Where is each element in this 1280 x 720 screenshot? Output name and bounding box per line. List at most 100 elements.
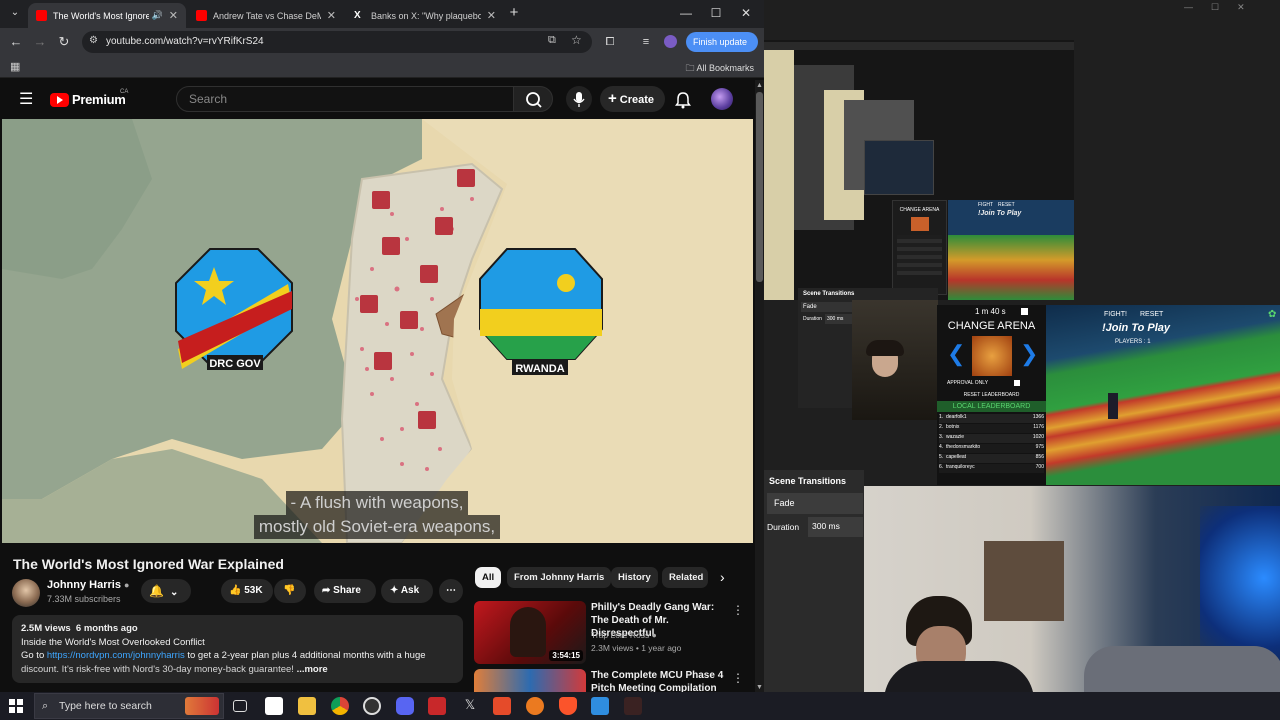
app-icon-red[interactable] (428, 697, 446, 715)
brave-icon[interactable] (559, 697, 577, 715)
vscode-icon[interactable] (591, 697, 609, 715)
chip-from-johnny-harris[interactable]: From Johnny Harris (507, 567, 612, 588)
close-tab-icon[interactable]: ✕ (327, 9, 336, 22)
search-highlight-icon (185, 697, 219, 715)
site-info-icon[interactable]: ⚙ (89, 35, 98, 46)
region-code: CA (120, 89, 129, 95)
chip-related[interactable]: Related (662, 567, 708, 588)
leaderboard-row: 6. tranquiloreyc 700 (939, 464, 1044, 473)
reset-button[interactable]: RESET (1140, 311, 1163, 318)
extensions-icon[interactable]: ⧠ (601, 33, 619, 51)
tab-search-icon[interactable]: ⌄ (6, 4, 24, 22)
dislike-button[interactable]: 👎 (274, 579, 306, 603)
approval-only-label: APPROVAL ONLY (947, 380, 989, 386)
speaker-icon[interactable]: 🔊 (152, 10, 163, 21)
app-icon-dark[interactable] (624, 697, 642, 715)
voice-search-button[interactable] (566, 86, 592, 112)
create-button[interactable]: + Create (600, 86, 665, 112)
back-icon[interactable]: ← (7, 33, 25, 51)
scrollbar-thumb[interactable] (756, 92, 763, 282)
close-tab-icon[interactable]: ✕ (169, 9, 178, 22)
chip-all[interactable]: All (475, 567, 502, 588)
like-button[interactable]: 👍 53K (221, 579, 273, 603)
drc-label: DRC GOV (209, 358, 261, 370)
search-input[interactable]: Search (176, 86, 514, 112)
settings-gear-icon[interactable]: ✿ (1268, 309, 1276, 320)
obs-icon[interactable] (363, 697, 381, 715)
chip-history[interactable]: History (611, 567, 658, 588)
apps-grid-icon[interactable]: ▦ (10, 60, 20, 73)
video-thumbnail[interactable] (474, 669, 586, 692)
youtube-logo[interactable]: Premium (50, 92, 126, 107)
recommended-video[interactable]: The Complete MCU Phase 4 Pitch Meeting C… (474, 669, 754, 692)
tab-banks-x[interactable]: X Banks on X: "Why plaqueboym ✕ (346, 3, 504, 28)
transition-select[interactable]: Fade (767, 493, 863, 514)
rec-title[interactable]: The Complete MCU Phase 4 Pitch Meeting C… (591, 669, 726, 692)
task-view-icon[interactable] (233, 700, 247, 712)
bookmark-star-icon[interactable]: ☆ (571, 33, 582, 47)
page-scrollbar[interactable]: ▲ ▼ (755, 80, 764, 692)
close-tab-icon[interactable]: ✕ (487, 9, 496, 22)
forward-icon[interactable]: → (31, 33, 49, 51)
install-icon[interactable]: ⧉ (548, 34, 556, 47)
app-icon-1[interactable] (265, 697, 283, 715)
file-explorer-icon[interactable] (298, 697, 316, 715)
minimize-button[interactable]: — (676, 4, 696, 22)
bookmarks-bar: ▦ 🗀 All Bookmarks (0, 56, 764, 78)
profile-icon[interactable] (661, 33, 679, 51)
ask-button[interactable]: ✦ Ask (381, 579, 433, 603)
checkbox[interactable] (1021, 308, 1028, 315)
media-control-icon[interactable]: ≡ (637, 33, 655, 51)
maximize-button[interactable]: ☐ (706, 4, 726, 22)
chevron-right-icon[interactable]: › (720, 569, 725, 585)
more-vert-icon[interactable]: ⋮ (732, 671, 744, 685)
reset-leaderboard-button[interactable]: RESET LEADERBOARD (937, 392, 1046, 398)
address-bar[interactable]: ⚙ youtube.com/watch?v=rvYRifKrS24 ⧉ ☆ (82, 31, 592, 53)
sponsor-link[interactable]: https://nordvpn.com/johnnyharris (47, 650, 185, 661)
video-thumbnail[interactable]: 3:54:15 (474, 601, 586, 664)
tab-youtube[interactable]: The World's Most Ignored W 🔊 ✕ (28, 3, 186, 28)
blender-icon[interactable] (526, 697, 544, 715)
capture-strip (864, 140, 934, 195)
duration-field[interactable]: 300 ms (808, 517, 863, 537)
channel-name[interactable]: Johnny Harris ● (47, 579, 129, 591)
tab-andrew-tate[interactable]: Andrew Tate vs Chase DeMoor ✕ (188, 3, 344, 28)
rec-channel[interactable]: Trap Lore Ross ● (591, 630, 657, 640)
windows-start-icon[interactable] (9, 699, 23, 713)
reload-icon[interactable]: ↻ (55, 33, 73, 51)
channel-avatar[interactable] (12, 579, 40, 607)
search-button[interactable] (513, 86, 553, 112)
desc-go-to: Go to (21, 650, 47, 661)
share-button[interactable]: ➦ Share (314, 579, 376, 603)
close-window-button[interactable]: ✕ (736, 4, 756, 22)
menu-icon[interactable]: ☰ (19, 89, 33, 109)
approval-checkbox[interactable] (1014, 380, 1020, 386)
arena-prev-icon[interactable]: ❮ (947, 341, 965, 367)
subscribe-bell-button[interactable]: 🔔 ⌄ (141, 579, 191, 603)
fight-button[interactable]: FIGHT! (1104, 311, 1127, 318)
taskbar-search-input[interactable]: ⌕ Type here to search (34, 693, 224, 719)
recommended-video[interactable]: 3:54:15 Philly's Deadly Gang War: The De… (474, 601, 754, 665)
scrollbar-down-icon[interactable]: ▼ (756, 684, 763, 691)
new-tab-button[interactable]: + (504, 4, 524, 22)
scrollbar-up-icon[interactable]: ▲ (756, 82, 763, 89)
discord-icon[interactable] (396, 697, 414, 715)
video-player[interactable]: DRC GOV RWANDA (2, 119, 753, 543)
small-arena-icon (910, 217, 929, 231)
app-icon-x[interactable]: 𝕏 (461, 697, 479, 715)
map-illustration: DRC GOV RWANDA (2, 119, 753, 543)
notifications-bell-icon[interactable] (673, 90, 693, 110)
chrome-icon[interactable] (331, 697, 349, 715)
app-icon-orange[interactable] (493, 697, 511, 715)
all-bookmarks-button[interactable]: 🗀 All Bookmarks (685, 61, 754, 77)
account-avatar[interactable] (711, 88, 733, 110)
webcam-feed (864, 486, 1280, 692)
more-vert-icon[interactable]: ⋮ (732, 603, 744, 617)
video-description[interactable]: 2.5M views 6 months ago Inside the World… (12, 615, 463, 683)
show-more-link[interactable]: ...more (297, 664, 328, 675)
finish-update-button[interactable]: Finish update ⋮ (686, 32, 758, 67)
obs-preview-area: —☐✕ CHANGE ARENA FIGHT RESET !Join To Pl… (764, 0, 1280, 692)
more-actions-button[interactable]: ⋯ (439, 579, 463, 603)
arena-next-icon[interactable]: ❯ (1020, 341, 1038, 367)
bell-icon: 🔔 (149, 584, 164, 598)
